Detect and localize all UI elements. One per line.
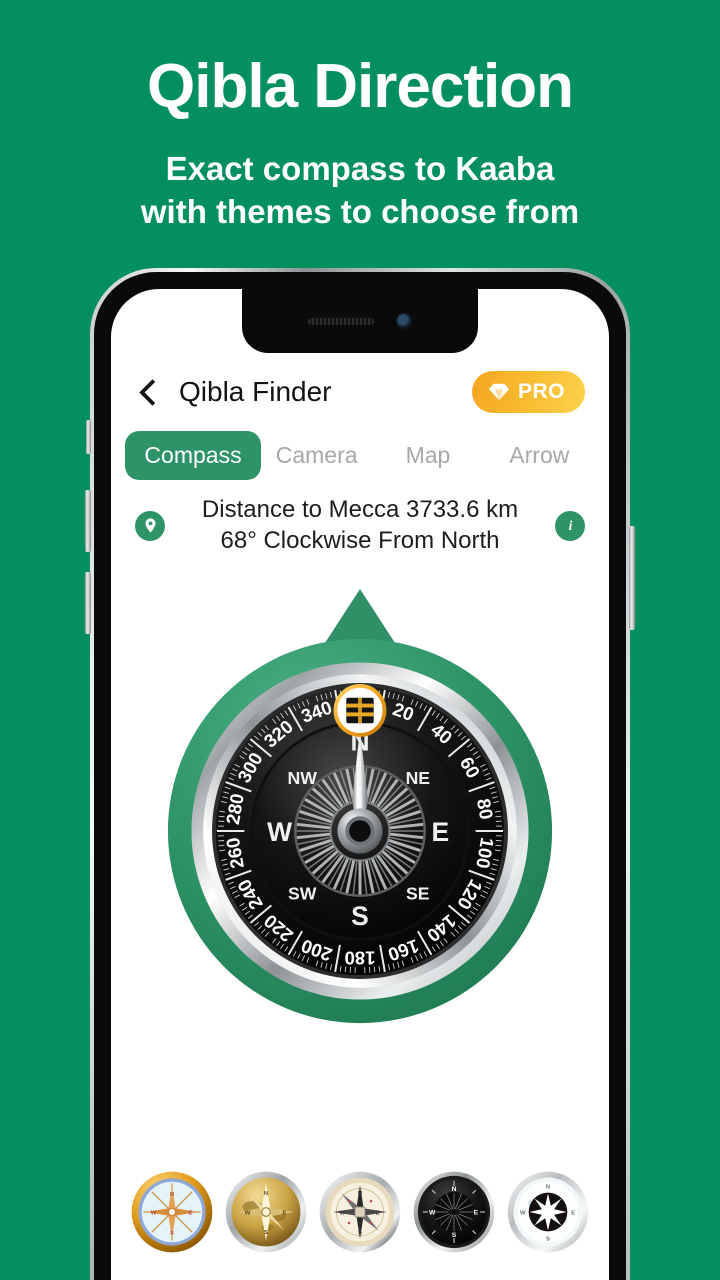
front-camera-icon	[395, 312, 413, 330]
chevron-left-icon[interactable]	[133, 377, 163, 407]
mute-switch-button[interactable]	[86, 420, 91, 454]
svg-text:N: N	[546, 1184, 550, 1190]
app-screen: Qibla Finder PRO Compass Camera Map Arro…	[111, 289, 609, 1280]
svg-text:W: W	[520, 1211, 526, 1217]
svg-text:W: W	[245, 1211, 251, 1217]
qibla-info-text: Distance to Mecca 3733.6 km 68° Clockwis…	[165, 495, 555, 556]
svg-text:N: N	[358, 1191, 362, 1197]
svg-text:S: S	[358, 1230, 362, 1236]
tab-camera[interactable]: Camera	[261, 431, 372, 480]
svg-text:N: N	[452, 1186, 457, 1193]
svg-text:i: i	[568, 518, 572, 533]
info-icon[interactable]: i	[555, 510, 585, 541]
theme-classic-gold-blue[interactable]: N E S W	[130, 1170, 214, 1254]
svg-text:S: S	[546, 1237, 550, 1243]
svg-text:S: S	[264, 1230, 268, 1236]
svg-text:E: E	[189, 1211, 193, 1217]
phone-frame: Qibla Finder PRO Compass Camera Map Arro…	[85, 268, 635, 1280]
theme-black-steel[interactable]: N E S W	[412, 1170, 496, 1254]
cardinal-sw: SW	[288, 884, 317, 904]
degree-label-80: 80	[473, 797, 497, 821]
speaker-grille-icon	[307, 317, 374, 325]
theme-selector: N E S W N E S W N E S W N E S W N E S W	[111, 1160, 609, 1264]
cardinal-nw: NW	[287, 768, 317, 788]
degree-label-180: 180	[344, 948, 375, 969]
page-title: Qibla Finder	[179, 376, 332, 407]
promo-subtitle-line-1: Exact compass to Kaaba	[165, 150, 555, 187]
power-button[interactable]	[629, 526, 635, 630]
svg-text:N: N	[170, 1192, 174, 1198]
theme-silver-white[interactable]: N E S W	[506, 1170, 590, 1254]
svg-text:W: W	[340, 1211, 346, 1217]
phone-mockup: Qibla Finder PRO Compass Camera Map Arro…	[85, 268, 635, 1280]
promo-subtitle: Exact compass to Kaaba with themes to ch…	[0, 118, 720, 234]
promo-header: Qibla Direction Exact compass to Kaaba w…	[0, 0, 720, 234]
pro-label: PRO	[517, 380, 565, 403]
svg-text:S: S	[452, 1232, 457, 1239]
volume-down-button[interactable]	[85, 572, 91, 634]
view-mode-tabs: Compass Camera Map Arrow	[111, 429, 609, 481]
svg-text:W: W	[429, 1210, 436, 1217]
cardinal-ne: NE	[406, 768, 431, 788]
tab-arrow[interactable]: Arrow	[484, 431, 595, 480]
cardinal-e: E	[432, 817, 450, 847]
svg-text:E: E	[376, 1211, 380, 1217]
svg-text:S: S	[170, 1231, 174, 1237]
tab-compass[interactable]: Compass	[125, 430, 261, 480]
qibla-info-row: Distance to Mecca 3733.6 km 68° Clockwis…	[111, 495, 609, 556]
cardinal-s: S	[351, 901, 369, 931]
kaaba-icon	[333, 684, 387, 737]
bearing-text: 68° Clockwise From North	[220, 526, 500, 554]
svg-text:E: E	[283, 1211, 287, 1217]
compass-dial[interactable]: 20 40 60 80 100 120 140 160 180 200 220 240 260 280 30…	[164, 635, 556, 1027]
cardinal-se: SE	[406, 884, 430, 904]
svg-text:N: N	[264, 1191, 268, 1197]
cardinal-w: W	[267, 817, 292, 847]
phone-bezel: Qibla Finder PRO Compass Camera Map Arro…	[94, 272, 626, 1280]
phone-notch	[242, 289, 478, 353]
app-header: Qibla Finder PRO	[111, 361, 609, 423]
svg-text:E: E	[474, 1210, 479, 1217]
volume-up-button[interactable]	[85, 490, 91, 552]
svg-text:W: W	[151, 1211, 157, 1217]
compass-area: 20 40 60 80 100 120 140 160 180 200 220 240 260 280 30…	[111, 589, 609, 1059]
promo-subtitle-line-2: with themes to choose from	[140, 192, 580, 230]
pro-button[interactable]: PRO	[471, 371, 585, 413]
diamond-icon	[488, 383, 509, 401]
theme-antique-cream[interactable]: N E S W	[318, 1170, 402, 1254]
promo-title: Qibla Direction	[147, 52, 574, 121]
theme-vintage-map-brass[interactable]: N E S W	[224, 1170, 308, 1254]
svg-text:E: E	[571, 1211, 575, 1217]
tab-map[interactable]: Map	[372, 431, 483, 480]
distance-text: Distance to Mecca 3733.6 km	[201, 496, 519, 523]
location-pin-icon[interactable]	[135, 510, 165, 541]
